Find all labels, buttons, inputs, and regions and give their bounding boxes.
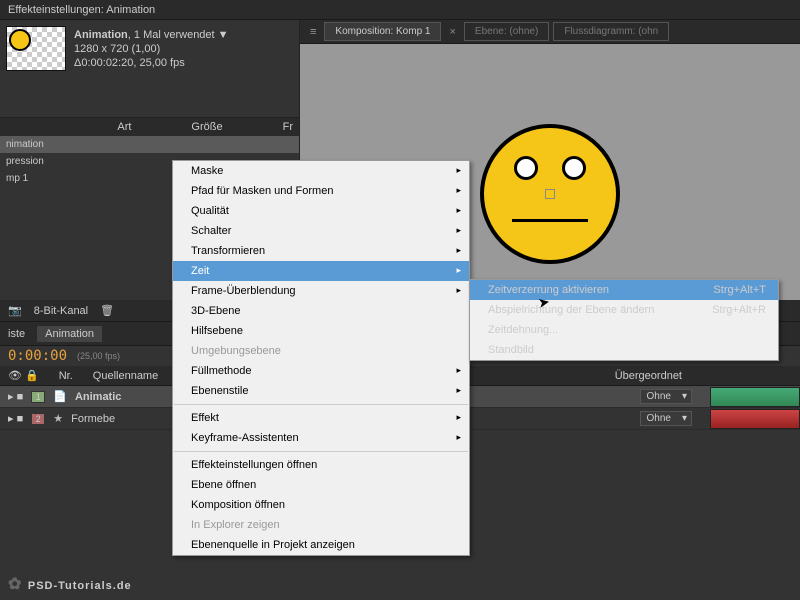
submenu-abspielrichtung[interactable]: Abspielrichtung der Ebene ändernStrg+Alt… (470, 300, 778, 320)
menu-ebene-oeffnen[interactable]: Ebene öffnen (173, 475, 469, 495)
menu-ebenenquelle[interactable]: Ebenenquelle in Projekt anzeigen (173, 535, 469, 555)
bit-depth[interactable]: 8-Bit-Kanal (34, 305, 88, 317)
menu-fuellmethode[interactable]: Füllmethode (173, 361, 469, 381)
project-columns: Art Größe Fr (0, 118, 299, 136)
eye-left (514, 156, 538, 180)
col-fr[interactable]: Fr (283, 121, 293, 133)
menu-qualitaet[interactable]: Qualität (173, 201, 469, 221)
menu-komp-oeffnen[interactable]: Komposition öffnen (173, 495, 469, 515)
context-menu[interactable]: Maske Pfad für Masken und Formen Qualitä… (172, 160, 470, 556)
anchor-point-icon[interactable] (545, 189, 555, 199)
tab-flowchart[interactable]: Flussdiagramm: (ohn (553, 22, 669, 41)
track-bar[interactable] (710, 387, 800, 407)
menu-effekteinst-oeffnen[interactable]: Effekteinstellungen öffnen (173, 455, 469, 475)
menu-explorer: In Explorer zeigen (173, 515, 469, 535)
menu-maske[interactable]: Maske (173, 161, 469, 181)
tab-animation[interactable]: Animation (37, 326, 102, 342)
timeline-tracks[interactable] (710, 385, 800, 435)
col-size[interactable]: Größe (191, 121, 222, 133)
menu-umgebung: Umgebungsebene (173, 341, 469, 361)
menu-schalter[interactable]: Schalter (173, 221, 469, 241)
parent-dropdown[interactable]: Ohne (640, 389, 692, 404)
submenu-zeitverzerrung[interactable]: Zeitverzerrung aktivierenStrg+Alt+T (470, 280, 778, 300)
menu-transformieren[interactable]: Transformieren (173, 241, 469, 261)
comp-thumbnail[interactable] (6, 26, 66, 71)
track-bar[interactable] (710, 409, 800, 429)
smiley-layer[interactable] (480, 124, 620, 264)
menu-effekt[interactable]: Effekt (173, 408, 469, 428)
menu-pfad[interactable]: Pfad für Masken und Formen (173, 181, 469, 201)
project-item[interactable]: nimation (0, 136, 299, 153)
menu-keyframe-assist[interactable]: Keyframe-Assistenten (173, 428, 469, 448)
col-parent: Übergeordnet (615, 370, 682, 382)
tab-composition[interactable]: Komposition: Komp 1 (324, 22, 441, 41)
menu-ebenenstile[interactable]: Ebenenstile (173, 381, 469, 401)
top-toolbar: Effekteinstellungen: Animation (0, 0, 800, 20)
menu-zeit[interactable]: Zeit (173, 261, 469, 281)
menu-frame-blend[interactable]: Frame-Überblendung (173, 281, 469, 301)
effect-settings-label: Effekteinstellungen: Animation (8, 4, 155, 16)
parent-dropdown[interactable]: Ohne (640, 411, 692, 426)
comp-meta: Animation, 1 Mal verwendet ▼ 1280 x 720 … (74, 28, 229, 70)
tab-layer[interactable]: Ebene: (ohne) (464, 22, 549, 41)
col-art[interactable]: Art (117, 121, 131, 133)
menu-hilfsebene[interactable]: Hilfsebene (173, 321, 469, 341)
eye-right (562, 156, 586, 180)
col-name: Quellenname (93, 370, 158, 382)
submenu-standbild[interactable]: Standbild (470, 340, 778, 360)
tab-liste[interactable]: iste (8, 328, 25, 340)
menu-3d-ebene[interactable]: 3D-Ebene (173, 301, 469, 321)
submenu-zeit[interactable]: Zeitverzerrung aktivierenStrg+Alt+T Absp… (469, 279, 779, 361)
timecode[interactable]: 0:00:00 (8, 348, 67, 364)
watermark: ✿ PSD-Tutorials.de (8, 574, 132, 594)
col-nr: Nr. (59, 370, 73, 382)
mouth (512, 219, 588, 222)
submenu-zeitdehnung[interactable]: Zeitdehnung... (470, 320, 778, 340)
